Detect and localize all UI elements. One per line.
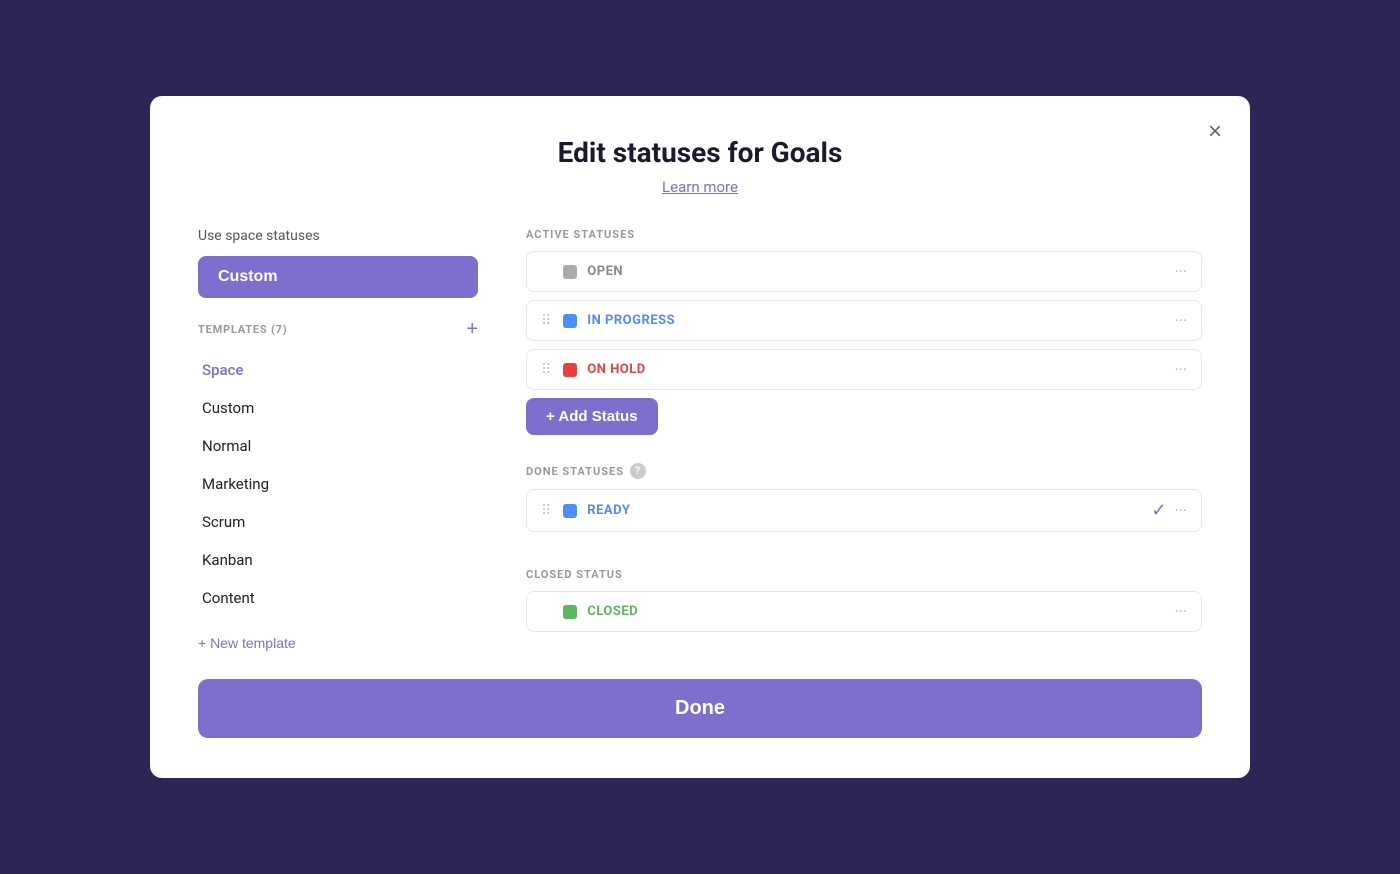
learn-more-link[interactable]: Learn more — [662, 178, 738, 196]
inprogress-dot — [563, 314, 577, 328]
ready-more-icon[interactable]: ··· — [1174, 501, 1187, 520]
template-item-content[interactable]: Content — [198, 581, 478, 615]
done-help-icon: ? — [630, 463, 646, 479]
add-status-button[interactable]: + Add Status — [526, 398, 658, 435]
inprogress-status-name: IN PROGRESS — [587, 313, 1164, 328]
status-row-open: ⠿ OPEN ··· — [526, 251, 1202, 292]
template-item-custom[interactable]: Custom — [198, 391, 478, 425]
templates-add-button[interactable]: + — [466, 318, 478, 341]
closed-status-name: CLOSED — [587, 604, 1164, 619]
right-panel: ACTIVE STATUSES ⠿ OPEN ··· ⠿ IN PROGRESS — [526, 228, 1202, 655]
template-item-normal[interactable]: Normal — [198, 429, 478, 463]
status-row-onhold: ⠿ ON HOLD ··· — [526, 349, 1202, 390]
closed-status-label: CLOSED STATUS — [526, 568, 1202, 581]
onhold-dot — [563, 363, 577, 377]
drag-handle-ready[interactable]: ⠿ — [541, 503, 551, 519]
ready-dot — [563, 504, 577, 518]
template-item-scrum[interactable]: Scrum — [198, 505, 478, 539]
left-panel: Use space statuses Custom TEMPLATES (7) … — [198, 228, 478, 655]
ready-status-name: READY — [587, 503, 1141, 518]
ready-check-icon: ✓ — [1151, 500, 1166, 521]
onhold-more-icon[interactable]: ··· — [1174, 360, 1187, 379]
drag-handle-inprogress[interactable]: ⠿ — [541, 313, 551, 329]
closed-status-actions: ··· — [1174, 602, 1187, 621]
template-item-kanban[interactable]: Kanban — [198, 543, 478, 577]
inprogress-more-icon[interactable]: ··· — [1174, 311, 1187, 330]
templates-label: TEMPLATES (7) — [198, 323, 287, 336]
inprogress-status-actions: ··· — [1174, 311, 1187, 330]
onhold-status-name: ON HOLD — [587, 362, 1164, 377]
status-row-ready: ⠿ READY ✓ ··· — [526, 489, 1202, 532]
active-statuses-label: ACTIVE STATUSES — [526, 228, 1202, 241]
open-dot — [563, 265, 577, 279]
templates-header: TEMPLATES (7) + — [198, 318, 478, 341]
closed-status-section: CLOSED STATUS ⠿ CLOSED ··· — [526, 568, 1202, 640]
custom-selected-button[interactable]: Custom — [198, 256, 478, 298]
close-button[interactable]: × — [1204, 116, 1226, 148]
modal-overlay: × Edit statuses for Goals Learn more Use… — [0, 0, 1400, 874]
modal-title: Edit statuses for Goals — [198, 136, 1202, 169]
template-item-marketing[interactable]: Marketing — [198, 467, 478, 501]
closed-dot — [563, 605, 577, 619]
status-row-closed: ⠿ CLOSED ··· — [526, 591, 1202, 632]
status-row-inprogress: ⠿ IN PROGRESS ··· — [526, 300, 1202, 341]
modal-body: Use space statuses Custom TEMPLATES (7) … — [198, 228, 1202, 655]
onhold-status-actions: ··· — [1174, 360, 1187, 379]
open-status-name: OPEN — [587, 264, 1164, 279]
open-status-actions: ··· — [1174, 262, 1187, 281]
open-more-icon[interactable]: ··· — [1174, 262, 1187, 281]
edit-statuses-modal: × Edit statuses for Goals Learn more Use… — [150, 96, 1250, 778]
closed-more-icon[interactable]: ··· — [1174, 602, 1187, 621]
done-statuses-label: DONE STATUSES ? — [526, 463, 1202, 479]
drag-handle-onhold[interactable]: ⠿ — [541, 362, 551, 378]
done-statuses-section: DONE STATUSES ? ⠿ READY ✓ ··· — [526, 463, 1202, 540]
template-list: Space Custom Normal Marketing Scrum Kanb… — [198, 353, 478, 615]
active-statuses-section: ACTIVE STATUSES ⠿ OPEN ··· ⠿ IN PROGRESS — [526, 228, 1202, 435]
template-item-space[interactable]: Space — [198, 353, 478, 387]
ready-status-actions: ✓ ··· — [1151, 500, 1187, 521]
done-button[interactable]: Done — [198, 679, 1202, 738]
new-template-button[interactable]: + New template — [198, 631, 296, 655]
modal-header: Edit statuses for Goals Learn more — [198, 136, 1202, 196]
use-space-label: Use space statuses — [198, 228, 478, 244]
